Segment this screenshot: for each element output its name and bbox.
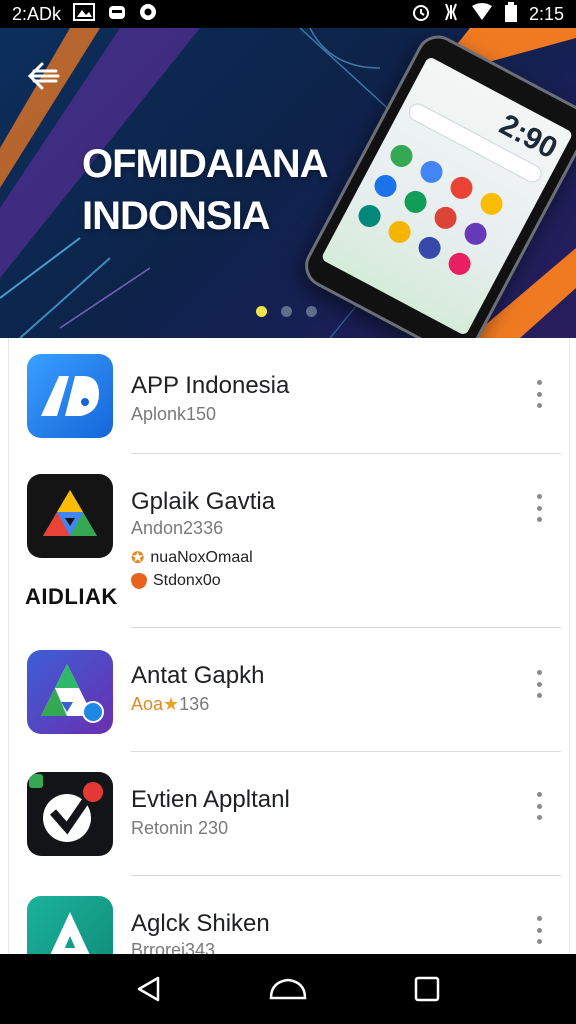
app-name: Antat Gapkh [131, 662, 265, 689]
app-detail: Stdonx0o [131, 572, 221, 590]
list-item[interactable]: Aglck Shiken Brrorei343 [9, 876, 569, 954]
back-button[interactable] [22, 54, 66, 98]
recents-nav-button[interactable] [407, 969, 447, 1009]
cloud-icon [107, 3, 127, 25]
app-name: APP Indonesia [131, 372, 290, 399]
status-text: 2:ADk [12, 3, 62, 24]
list-item[interactable]: AIDLIAK Gplaik Gavtia Andon2336 ✪ nuaNox… [9, 454, 569, 628]
phone-app-grid [354, 141, 509, 280]
app-name: Aglck Shiken [131, 910, 270, 937]
list-item[interactable]: Antat Gapkh Aoa★136 [9, 628, 569, 752]
aglck-icon [27, 896, 113, 954]
alarm-icon [411, 2, 431, 26]
badge-icon: ✪ [131, 550, 145, 567]
vibrate-icon [443, 2, 459, 26]
app-subtitle: Andon2336 [131, 518, 224, 538]
more-options-button[interactable] [527, 666, 551, 702]
banner-title: OFMIDAIANA INDONSIA [82, 138, 329, 242]
app-detail: ✪ nuaNoxOmaal [131, 548, 253, 568]
back-nav-button[interactable] [129, 969, 169, 1009]
status-bar: 2:ADk 2:15 [0, 0, 576, 28]
back-arrow-icon [27, 62, 60, 90]
banner-page-indicator[interactable] [256, 306, 317, 317]
list-item[interactable]: Evtien Appltanl Retonin 230 [9, 752, 569, 876]
home-icon [269, 978, 307, 1000]
status-time: 2:15 [528, 3, 564, 24]
app-name: Gplaik Gavtia [131, 488, 276, 515]
more-options-button[interactable] [527, 788, 551, 824]
banner-title-line1: OFMIDAIANA [82, 142, 329, 186]
battery-icon [504, 2, 517, 26]
app-indonesia-icon [27, 354, 113, 438]
record-icon [139, 3, 157, 25]
wifi-icon [471, 3, 493, 25]
triangle-back-icon [138, 976, 160, 1002]
app-name: Evtien Appltanl [131, 786, 290, 813]
page-dot-2[interactable] [281, 306, 292, 317]
home-nav-button[interactable] [268, 969, 308, 1009]
app-subtitle: Retonin 230 [131, 818, 229, 838]
brand-text: AIDLIAK [25, 584, 118, 609]
more-options-button[interactable] [527, 490, 551, 526]
photo-icon [73, 3, 96, 25]
recents-icon [414, 976, 439, 1002]
app-subtitle: Aoa [131, 694, 164, 714]
app-subtitle: Aplonk150 [131, 404, 217, 424]
app-subtitle: Brrorei343 [131, 940, 216, 954]
app-rating: Aoa★136 [131, 694, 209, 715]
star-icon: ★ [163, 694, 180, 714]
list-item[interactable]: APP Indonesia Aplonk150 [9, 338, 569, 454]
hero-banner[interactable]: 2:90 OFMIDAIANA INDONSIA [0, 28, 576, 338]
more-options-button[interactable] [527, 376, 551, 412]
antat-icon [27, 650, 113, 734]
shield-icon [131, 573, 147, 589]
banner-title-line2: INDONSIA [82, 194, 271, 238]
rating-value: 136 [179, 694, 210, 714]
app-detail-text: nuaNoxOmaal [150, 549, 253, 566]
app-detail-text: Stdonx0o [153, 572, 221, 589]
status-left: 2:ADk [12, 3, 157, 25]
app-list[interactable]: APP Indonesia Aplonk150 AIDLIAK Gplaik G… [8, 338, 570, 954]
page-dot-3[interactable] [306, 306, 317, 317]
navigation-bar [0, 954, 576, 1024]
more-options-button[interactable] [527, 912, 551, 948]
evtien-icon [27, 772, 113, 856]
status-right: 2:15 [411, 2, 564, 26]
gplaik-icon [27, 474, 113, 558]
page-dot-1[interactable] [256, 306, 267, 317]
